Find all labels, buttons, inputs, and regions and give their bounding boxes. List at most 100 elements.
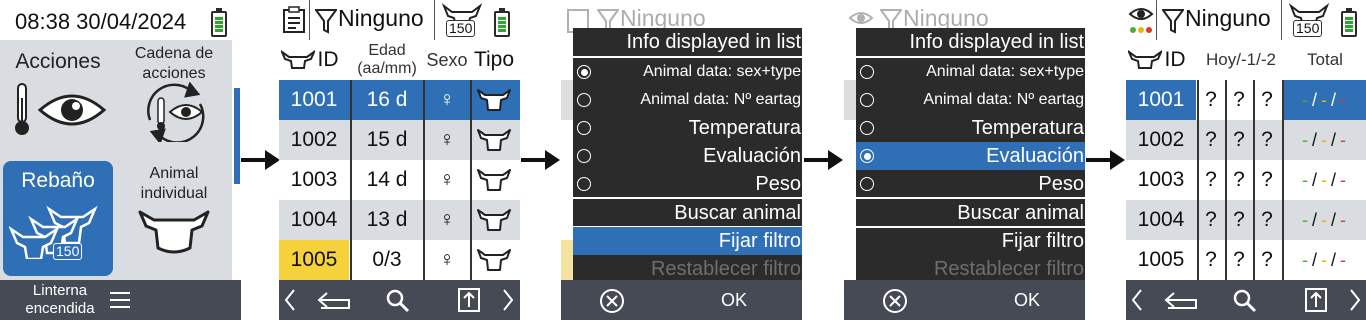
radio-icon: [860, 65, 874, 79]
table-header: ID Edad (aa/mm) Sexo Tipo: [279, 40, 520, 90]
evaluation-value: ?: [1254, 80, 1280, 120]
thermometer-icon: [157, 97, 165, 130]
total-part: -: [1340, 129, 1347, 150]
table-row[interactable]: 1002 15 d ♀: [279, 120, 520, 160]
bottom-bar: Linterna encendida: [0, 280, 241, 320]
chevron-left-icon[interactable]: [1130, 288, 1144, 312]
col-age[interactable]: Edad (aa/mm): [351, 40, 423, 80]
cancel-icon[interactable]: [599, 288, 625, 314]
background-row: [561, 80, 573, 120]
total-part: /: [1331, 129, 1337, 150]
menu-option-label: Evaluación: [703, 144, 801, 167]
filter-icon[interactable]: [1162, 8, 1184, 34]
table-row[interactable]: 1003??? - / - / -: [1126, 160, 1366, 200]
battery-icon: [1341, 8, 1357, 37]
table-row[interactable]: 1001??? - / - / -: [1126, 80, 1366, 120]
total-part: -: [1340, 169, 1347, 190]
table-row[interactable]: 1002??? - / - / -: [1126, 120, 1366, 160]
filter-label[interactable]: Ninguno: [1185, 5, 1271, 32]
scrollbar[interactable]: [232, 40, 241, 280]
cow-head-icon: [281, 50, 315, 69]
menu-option[interactable]: Animal data: Nº eartag: [856, 86, 1085, 114]
menu-option[interactable]: Animal data: sex+type: [856, 58, 1085, 86]
total-part: /: [1311, 249, 1317, 270]
col-total[interactable]: Total: [1284, 40, 1366, 80]
menu-option[interactable]: Peso: [573, 170, 802, 198]
menu-option[interactable]: Evaluación: [856, 142, 1085, 170]
menu-action[interactable]: Fijar filtro: [573, 227, 802, 255]
table-row[interactable]: 1003 14 d ♀: [279, 160, 520, 200]
evaluation-value: ?: [1254, 240, 1280, 280]
animal-id: 1004: [1126, 200, 1196, 240]
radio-icon: [860, 121, 874, 135]
menu-action[interactable]: Fijar filtro: [856, 227, 1085, 255]
ok-button[interactable]: OK: [1014, 290, 1040, 311]
menu-action[interactable]: Buscar animal: [573, 199, 802, 227]
col-id[interactable]: ID: [1160, 40, 1190, 80]
chevron-right-icon[interactable]: [1348, 288, 1362, 312]
column-divider: [350, 80, 352, 280]
flashlight-label[interactable]: Linterna encendida: [18, 282, 102, 318]
herd-tile[interactable]: Rebaño 150: [3, 161, 113, 276]
radio-icon: [860, 93, 874, 107]
animal-sex: ♀: [439, 248, 455, 271]
actions-tile[interactable]: [12, 80, 108, 140]
table-row[interactable]: 1005 0/3 ♀: [279, 240, 520, 280]
export-icon[interactable]: [1304, 287, 1328, 313]
background-row: [561, 240, 573, 280]
bottom-bar: OK: [561, 280, 802, 320]
col-type[interactable]: Tipo: [471, 40, 517, 80]
menu-option[interactable]: Animal data: Nº eartag: [573, 86, 802, 114]
column-divider: [423, 80, 425, 280]
radio-icon: [577, 121, 591, 135]
menu-option[interactable]: Temperatura: [856, 114, 1085, 142]
display-mode-icon[interactable]: [1126, 0, 1157, 40]
menu-icon[interactable]: [110, 291, 130, 309]
cow-head-icon: [471, 120, 517, 160]
ok-button[interactable]: OK: [721, 290, 747, 311]
table-row[interactable]: 1004 13 d ♀: [279, 200, 520, 240]
menu-option[interactable]: Peso: [856, 170, 1085, 198]
list-menu-screen: Ninguno Info displayed in list Animal dat…: [844, 0, 1085, 320]
menu-option[interactable]: Temperatura: [573, 114, 802, 142]
cow-head-icon: [471, 200, 517, 240]
col-sex[interactable]: Sexo: [424, 40, 470, 80]
filter-icon[interactable]: [315, 8, 337, 34]
bottom-bar: [279, 280, 520, 320]
cancel-icon[interactable]: [882, 288, 908, 314]
col-id[interactable]: ID: [313, 40, 343, 80]
animal-id: 1004: [290, 208, 338, 231]
table-header: ID Hoy/-1/-2 Total: [1126, 40, 1366, 81]
menu-action[interactable]: Buscar animal: [856, 199, 1085, 227]
column-divider: [1197, 80, 1199, 280]
table-row[interactable]: 1004??? - / - / -: [1126, 200, 1366, 240]
search-icon[interactable]: [1232, 288, 1258, 314]
menu-option-label: Evaluación: [986, 144, 1084, 167]
table-row[interactable]: 1005??? - / - / -: [1126, 240, 1366, 280]
export-icon[interactable]: [457, 287, 481, 313]
animal-tile[interactable]: [138, 208, 210, 254]
herd-count-badge: 150: [434, 0, 490, 40]
table-row[interactable]: 1001 16 d ♀: [279, 80, 520, 120]
total-part: -: [1301, 249, 1308, 270]
chevron-right-icon[interactable]: [501, 288, 515, 312]
menu-option-label: Temperatura: [688, 116, 801, 139]
flow-arrow-icon: [241, 150, 280, 170]
total-value: - / - / -: [1284, 200, 1364, 240]
back-icon[interactable]: [1162, 288, 1200, 312]
back-icon[interactable]: [315, 288, 353, 312]
chain-tile[interactable]: [140, 82, 210, 142]
filter-label[interactable]: Ninguno: [338, 5, 424, 32]
cow-head-icon: [471, 160, 517, 200]
chevron-left-icon[interactable]: [283, 288, 297, 312]
animal-sex: ♀: [439, 128, 455, 151]
actions-label: Acciones: [15, 50, 101, 73]
col-evaluation[interactable]: Hoy/-1/-2: [1198, 40, 1284, 80]
total-part: -: [1321, 209, 1327, 230]
search-icon[interactable]: [385, 288, 411, 314]
menu-option[interactable]: Evaluación: [573, 142, 802, 170]
evaluation-value: ?: [1198, 160, 1224, 200]
list-settings-icon[interactable]: [279, 0, 310, 40]
list-options-menu: Info displayed in list Animal data: sex+t…: [856, 28, 1085, 280]
menu-option[interactable]: Animal data: sex+type: [573, 58, 802, 86]
